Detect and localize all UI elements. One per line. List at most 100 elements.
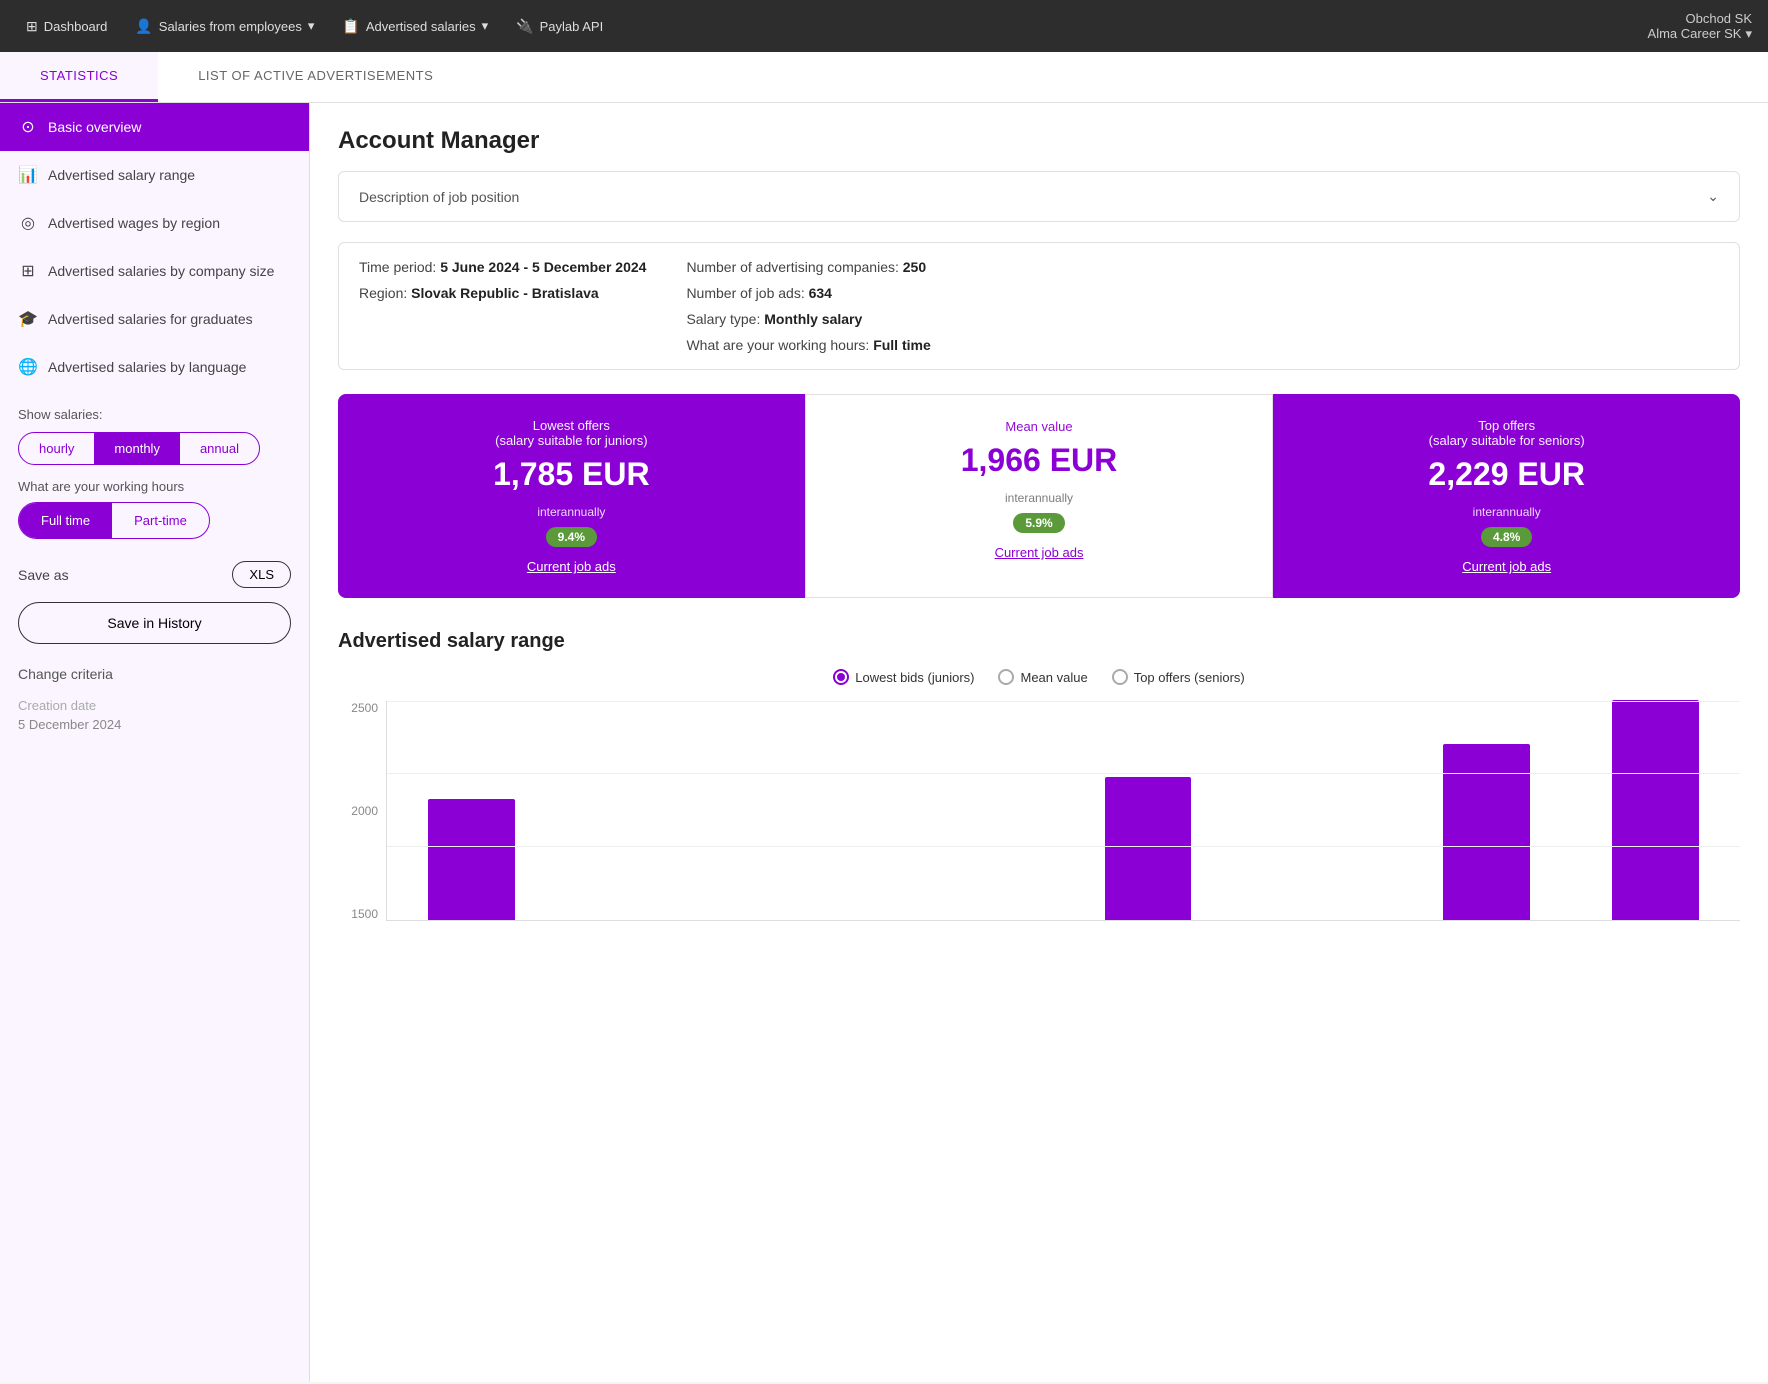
salary-range-icon: 📊: [18, 165, 38, 185]
salary-cards: Lowest offers (salary suitable for junio…: [338, 394, 1740, 598]
save-history-button[interactable]: Save in History: [18, 602, 291, 644]
info-ad-companies: Number of advertising companies: 250: [686, 259, 930, 275]
info-col-left: Time period: 5 June 2024 - 5 December 20…: [359, 259, 646, 353]
dropdown-icon-advertised: ▾: [482, 18, 489, 34]
save-as-row: Save as XLS: [0, 547, 309, 596]
lowest-card-link[interactable]: Current job ads: [358, 559, 785, 574]
info-salary-type: Salary type: Monthly salary: [686, 311, 930, 327]
ad-companies-value: 250: [903, 259, 926, 275]
tab-statistics[interactable]: STATISTICS: [0, 52, 158, 102]
bar-1: [428, 799, 514, 920]
company-name: Obchod SK: [1686, 11, 1753, 26]
info-col-right: Number of advertising companies: 250 Num…: [686, 259, 930, 353]
toggle-parttime[interactable]: Part-time: [112, 503, 209, 538]
lowest-card-interannually: interannually: [358, 505, 785, 519]
toggle-fulltime[interactable]: Full time: [19, 503, 112, 538]
grid-line-mid: [387, 773, 1740, 774]
mean-card-interannually: interannually: [826, 491, 1253, 505]
chart-y-axis: 2500 2000 1500: [338, 701, 378, 921]
toggle-annual[interactable]: annual: [180, 433, 259, 464]
graduates-icon: 🎓: [18, 309, 38, 329]
bar-7: [1443, 744, 1529, 920]
chevron-down-icon: ⌄: [1707, 188, 1719, 205]
nav-dashboard[interactable]: ⊞ Dashboard: [16, 12, 117, 41]
salary-type-value: Monthly salary: [764, 311, 862, 327]
top-card-title: Top offers (salary suitable for seniors): [1293, 418, 1720, 448]
salary-card-mean: Mean value 1,966 EUR interannually 5.9% …: [805, 394, 1274, 598]
radio-dot-lowest: [837, 673, 845, 681]
mean-card-badge: 5.9%: [1013, 513, 1064, 533]
creation-date-value: 5 December 2024: [0, 717, 309, 732]
employees-icon: 👤: [135, 18, 152, 35]
sidebar-item-basic-overview[interactable]: ⊙ Basic overview: [0, 103, 309, 151]
legend-mean[interactable]: Mean value: [998, 669, 1087, 685]
legend-mean-label: Mean value: [1020, 670, 1087, 685]
lowest-card-title: Lowest offers (salary suitable for junio…: [358, 418, 785, 448]
layout: ⊙ Basic overview 📊 Advertised salary ran…: [0, 103, 1768, 1382]
salary-card-top: Top offers (salary suitable for seniors)…: [1273, 394, 1740, 598]
sidebar: ⊙ Basic overview 📊 Advertised salary ran…: [0, 103, 310, 1382]
sidebar-label-salary-range: Advertised salary range: [48, 167, 195, 183]
bar-8: [1612, 700, 1698, 920]
nav-salaries-employees[interactable]: 👤 Salaries from employees ▾: [125, 12, 324, 41]
xls-button[interactable]: XLS: [232, 561, 291, 588]
advertised-icon: 📋: [342, 18, 359, 35]
nav-paylab-label: Paylab API: [540, 19, 604, 34]
nav-salaries-employees-label: Salaries from employees: [159, 19, 302, 34]
chart-legend: Lowest bids (juniors) Mean value Top off…: [338, 669, 1740, 685]
bar-group-1: [387, 799, 556, 920]
toggle-hourly[interactable]: hourly: [19, 433, 94, 464]
grid-line-top: [387, 701, 1740, 702]
sidebar-label-company-size: Advertised salaries by company size: [48, 263, 274, 279]
legend-top[interactable]: Top offers (seniors): [1112, 669, 1245, 685]
bar-5: [1105, 777, 1191, 920]
nav-dashboard-label: Dashboard: [44, 19, 108, 34]
page-title: Account Manager: [338, 127, 1740, 155]
nav-paylab-api[interactable]: 🔌 Paylab API: [506, 12, 613, 41]
creation-date-label: Creation date: [0, 686, 309, 717]
description-box[interactable]: Description of job position ⌄: [338, 171, 1740, 222]
top-card-interannually: interannually: [1293, 505, 1720, 519]
nav-advertised-salaries[interactable]: 📋 Advertised salaries ▾: [332, 12, 498, 41]
info-time-period: Time period: 5 June 2024 - 5 December 20…: [359, 259, 646, 275]
toggle-monthly[interactable]: monthly: [94, 433, 180, 464]
working-hours-value: Full time: [873, 337, 931, 353]
info-job-ads: Number of job ads: 634: [686, 285, 930, 301]
user-name[interactable]: Alma Career SK ▾: [1648, 26, 1752, 42]
sidebar-item-wages-region[interactable]: ◎ Advertised wages by region: [0, 199, 309, 247]
sidebar-item-company-size[interactable]: ⊞ Advertised salaries by company size: [0, 247, 309, 295]
sidebar-item-salary-range[interactable]: 📊 Advertised salary range: [0, 151, 309, 199]
sidebar-item-language[interactable]: 🌐 Advertised salaries by language: [0, 343, 309, 391]
api-icon: 🔌: [516, 18, 533, 35]
bar-group-7: [1402, 744, 1571, 920]
dropdown-icon-user: ▾: [1745, 26, 1752, 42]
salary-type-toggle: hourly monthly annual: [18, 432, 260, 465]
radio-lowest: [833, 669, 849, 685]
basic-overview-icon: ⊙: [18, 117, 38, 137]
legend-lowest-label: Lowest bids (juniors): [855, 670, 974, 685]
company-size-icon: ⊞: [18, 261, 38, 281]
legend-lowest[interactable]: Lowest bids (juniors): [833, 669, 974, 685]
radio-mean: [998, 669, 1014, 685]
sidebar-item-graduates[interactable]: 🎓 Advertised salaries for graduates: [0, 295, 309, 343]
save-as-label: Save as: [18, 567, 69, 583]
show-salaries-label: Show salaries:: [18, 407, 291, 422]
legend-top-label: Top offers (seniors): [1134, 670, 1245, 685]
change-criteria-label[interactable]: Change criteria: [0, 650, 309, 686]
top-navigation: ⊞ Dashboard 👤 Salaries from employees ▾ …: [0, 0, 1768, 52]
working-hours-label: What are your working hours: [18, 479, 291, 494]
mean-card-value: 1,966 EUR: [826, 442, 1253, 479]
main-content: Account Manager Description of job posit…: [310, 103, 1768, 1382]
salary-toggle-section: Show salaries: hourly monthly annual Wha…: [0, 391, 309, 547]
main-tabs: STATISTICS LIST OF ACTIVE ADVERTISEMENTS: [0, 52, 1768, 103]
top-card-link[interactable]: Current job ads: [1293, 559, 1720, 574]
chart-wrapper: 2500 2000 1500: [338, 701, 1740, 921]
mean-card-link[interactable]: Current job ads: [826, 545, 1253, 560]
sidebar-label-language: Advertised salaries by language: [48, 359, 246, 375]
salary-card-lowest: Lowest offers (salary suitable for junio…: [338, 394, 805, 598]
dropdown-icon-employees: ▾: [308, 18, 315, 34]
radio-top: [1112, 669, 1128, 685]
nav-right: Obchod SK Alma Career SK ▾: [1648, 11, 1752, 42]
tab-advertisements[interactable]: LIST OF ACTIVE ADVERTISEMENTS: [158, 52, 473, 102]
grid-line-bottom: [387, 846, 1740, 847]
